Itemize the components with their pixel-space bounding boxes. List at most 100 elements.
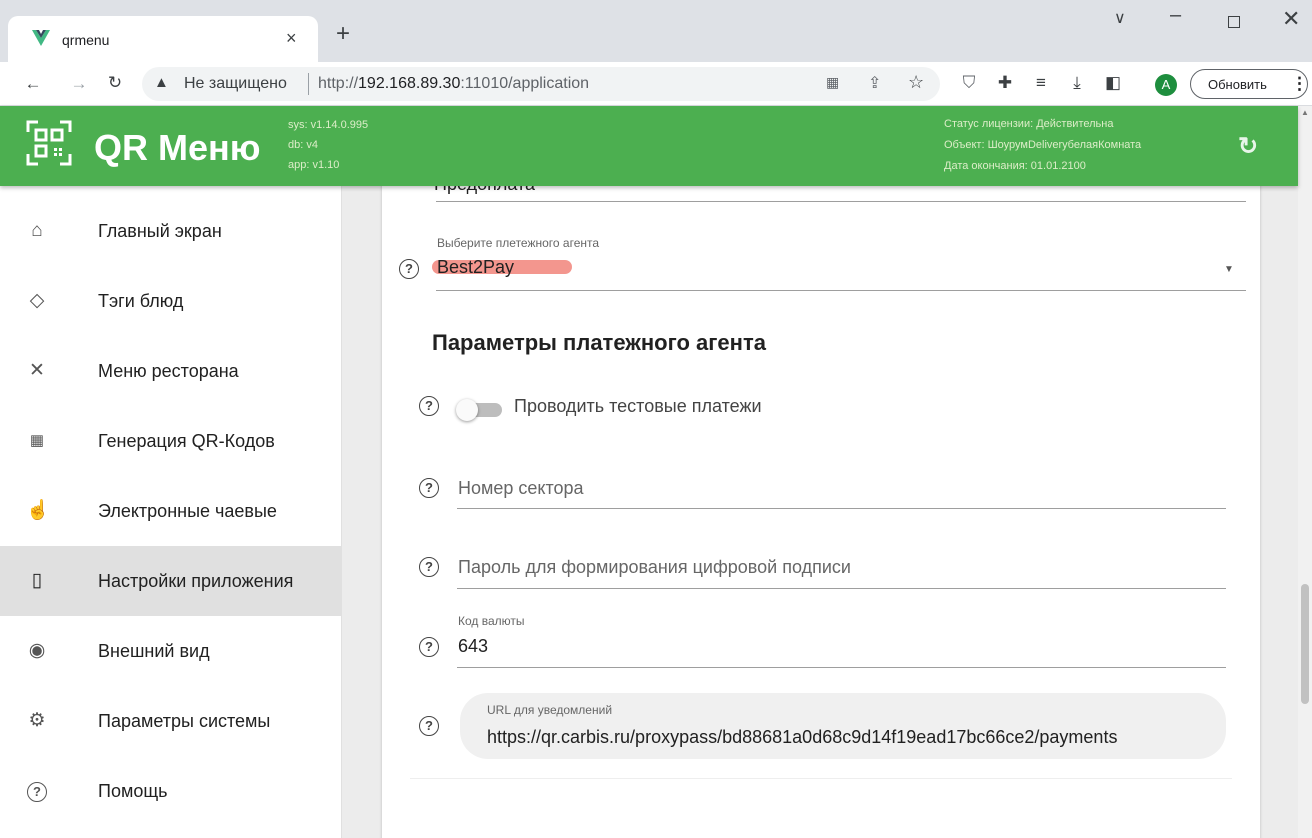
refresh-icon[interactable]: ↻	[1238, 132, 1258, 161]
extensions-puzzle-icon[interactable]: ✚	[994, 73, 1016, 93]
qr-logo-icon	[26, 120, 72, 166]
sector-underline	[457, 508, 1226, 509]
browser-tab[interactable]: qrmenu ×	[8, 16, 318, 62]
page-scrollbar[interactable]: ▲	[1298, 106, 1312, 838]
tab-search-icon[interactable]: ∨	[1114, 8, 1126, 28]
tab-close-icon[interactable]: ×	[286, 28, 297, 49]
dropdown-arrow-icon[interactable]: ▼	[1224, 264, 1234, 275]
sidebar-item-label: Помощь	[98, 781, 168, 801]
url-host: 192.168.89.30	[358, 75, 461, 92]
currency-help-icon[interactable]: ?	[419, 637, 439, 657]
scroll-up-arrow-icon[interactable]: ▲	[1301, 108, 1309, 117]
section-title: Параметры платежного агента	[432, 330, 766, 355]
sidebar-item-help[interactable]: ? Помощь	[0, 756, 341, 826]
app-title: QR Меню	[94, 127, 261, 168]
sys-version: sys: v1.14.0.995	[288, 119, 369, 131]
sidebar-item-label: Генерация QR-Кодов	[98, 431, 275, 451]
reading-list-icon[interactable]: ≡	[1030, 73, 1052, 93]
test-payments-switch[interactable]	[456, 399, 504, 421]
sidebar-item-system[interactable]: ⚙ Параметры системы	[0, 686, 341, 756]
url-prefix: http://	[318, 75, 359, 92]
shield-extension-icon[interactable]: ⛉	[958, 73, 980, 93]
back-icon[interactable]: ←	[22, 74, 44, 94]
url-value: https://qr.carbis.ru/proxypass/bd88681a0…	[487, 727, 1118, 747]
currency-label: Код валюты	[458, 614, 525, 628]
maximize-icon[interactable]	[1228, 16, 1240, 28]
sidebar-item-label: Внешний вид	[98, 641, 210, 661]
license-expiry: Дата окончания: 01.01.2100	[944, 160, 1086, 172]
browser-toolbar: ← → ↻ ▲ Не защищено http://192.168.89.30…	[0, 62, 1312, 106]
url-label: URL для уведомлений	[487, 703, 613, 717]
share-icon[interactable]: ⇪	[868, 73, 881, 93]
sector-input[interactable]: Номер сектора	[458, 478, 584, 499]
sidebar-item-app-settings[interactable]: ▯ Настройки приложения	[0, 546, 341, 616]
gear-icon: ⚙	[28, 710, 46, 731]
section-divider	[410, 778, 1232, 779]
sidebar-item-label: Главный экран	[98, 221, 222, 241]
qr-icon: ▦	[29, 432, 45, 449]
top-field-underline	[436, 201, 1246, 202]
sidebar-item-label: Параметры системы	[98, 711, 271, 731]
main-content: Предоплата ? Выберите плетежного агента …	[342, 186, 1298, 838]
close-window-icon[interactable]: ✕	[1282, 6, 1300, 32]
help-icon: ?	[26, 780, 48, 802]
test-payments-help-icon[interactable]: ?	[419, 396, 439, 416]
sidebar-item-appearance[interactable]: ◉ Внешний вид	[0, 616, 341, 686]
sidebar-item-label: Меню ресторана	[98, 361, 239, 381]
minimize-icon[interactable]: –	[1170, 4, 1181, 27]
agent-help-icon[interactable]: ?	[399, 259, 419, 279]
currency-input[interactable]: 643	[458, 636, 488, 657]
switch-thumb	[456, 399, 478, 421]
download-icon[interactable]: ⤓	[1066, 73, 1088, 93]
reload-icon[interactable]: ↻	[104, 73, 126, 93]
update-button[interactable]: Обновить ⋮	[1190, 69, 1308, 99]
forward-icon[interactable]: →	[68, 74, 90, 94]
hand-coin-icon: ☝	[26, 500, 50, 521]
sidebar-item-home[interactable]: ⌂ Главный экран	[0, 196, 341, 266]
sidebar-item-tags[interactable]: ◇ Тэги блюд	[0, 266, 341, 336]
password-help-icon[interactable]: ?	[419, 557, 439, 577]
settings-card: Предоплата ? Выберите плетежного агента …	[382, 186, 1260, 838]
new-tab-button[interactable]: +	[336, 22, 350, 46]
sidebar-item-menu[interactable]: ✕ Меню ресторана	[0, 336, 341, 406]
url-text: http://192.168.89.30:11010/application	[318, 75, 589, 93]
app-version: app: v1.10	[288, 159, 340, 171]
profile-avatar[interactable]: A	[1155, 74, 1177, 96]
warning-icon: ▲	[154, 74, 169, 91]
test-payments-label: Проводить тестовые платежи	[514, 396, 762, 416]
password-underline	[457, 588, 1226, 589]
tag-icon: ◇	[29, 290, 45, 311]
sidebar-item-qr[interactable]: ▦ Генерация QR-Кодов	[0, 406, 341, 476]
agent-label: Выберите плетежного агента	[437, 236, 600, 250]
browser-tab-strip: qrmenu × + ∨ – ✕	[0, 0, 1312, 62]
bookmark-star-icon[interactable]: ☆	[908, 72, 924, 93]
url-help-icon[interactable]: ?	[419, 716, 439, 736]
sidebar-item-label: Тэги блюд	[98, 291, 184, 311]
sidebar-item-label: Электронные чаевые	[98, 501, 277, 521]
top-field-value: Предоплата	[434, 186, 535, 195]
scrollbar-thumb[interactable]	[1301, 584, 1309, 704]
address-bar[interactable]: ▲ Не защищено http://192.168.89.30:11010…	[142, 67, 940, 101]
currency-underline	[457, 667, 1226, 668]
side-panel-icon[interactable]: ◧	[1102, 73, 1124, 93]
sector-help-icon[interactable]: ?	[419, 478, 439, 498]
translate-icon[interactable]: ▦	[826, 74, 839, 91]
agent-select-underline	[436, 290, 1246, 291]
sidebar: ⌂ Главный экран ◇ Тэги блюд ✕ Меню ресто…	[0, 186, 342, 838]
address-divider	[308, 73, 309, 95]
password-input[interactable]: Пароль для формирования цифровой подписи	[458, 557, 851, 578]
license-object: Объект: ШоурумDeliveryбелаяКомната	[944, 139, 1142, 151]
app-header: QR Меню sys: v1.14.0.995 db: v4 app: v1.…	[0, 106, 1298, 186]
url-field[interactable]: URL для уведомлений https://qr.carbis.ru…	[460, 693, 1226, 759]
url-path: :11010/application	[460, 75, 590, 92]
db-version: db: v4	[288, 139, 318, 151]
security-label: Не защищено	[184, 75, 287, 92]
update-label: Обновить	[1208, 77, 1267, 92]
tab-title: qrmenu	[62, 32, 110, 48]
eye-icon: ◉	[28, 640, 46, 661]
agent-select-value[interactable]: Best2Pay	[437, 257, 514, 278]
menu-kebab-icon[interactable]: ⋮	[1291, 74, 1308, 94]
vue-logo-icon	[32, 30, 50, 46]
home-icon: ⌂	[31, 220, 43, 241]
sidebar-item-tips[interactable]: ☝ Электронные чаевые	[0, 476, 341, 546]
